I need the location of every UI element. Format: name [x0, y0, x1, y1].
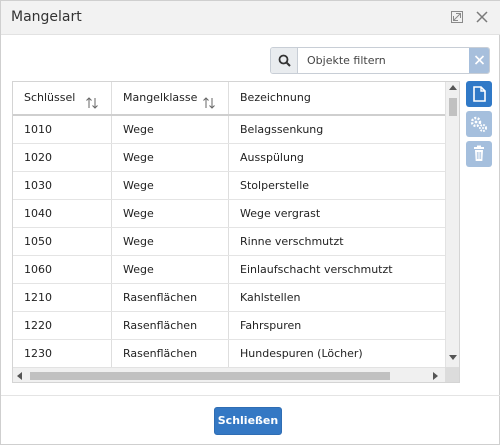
column-header-label: Bezeichnung	[240, 91, 311, 104]
table-row[interactable]: 1220 Rasenflächen Fahrspuren	[13, 312, 445, 340]
cell-schluessel: 1060	[13, 256, 112, 283]
cell-mangelklasse: Wege	[112, 200, 229, 227]
filter-input[interactable]	[299, 48, 469, 73]
table-row[interactable]: 1030 Wege Stolperstelle	[13, 172, 445, 200]
scrollbar-corner	[445, 367, 459, 382]
data-grid: Schlüssel Mangelklasse Bezeichnung 1010 …	[12, 81, 460, 383]
maximize-icon[interactable]	[449, 9, 465, 25]
table-row[interactable]: 1040 Wege Wege vergrast	[13, 200, 445, 228]
table-row[interactable]: 1230 Rasenflächen Hundespuren (Löcher)	[13, 340, 445, 368]
close-icon	[474, 55, 485, 65]
cell-schluessel: 1050	[13, 228, 112, 255]
cell-mangelklasse: Wege	[112, 144, 229, 171]
document-icon	[473, 86, 486, 102]
cell-bezeichnung: Hundespuren (Löcher)	[240, 347, 363, 360]
cell-bezeichnung: Ausspülung	[240, 151, 304, 164]
vertical-scrollbar[interactable]	[445, 82, 459, 367]
sort-icon[interactable]	[202, 91, 216, 109]
cell-mangelklasse: Rasenflächen	[112, 312, 229, 339]
cell-schluessel: 1210	[13, 284, 112, 311]
table-row[interactable]: 1010 Wege Belagssenkung	[13, 116, 445, 144]
cell-bezeichnung: Stolperstelle	[240, 179, 310, 192]
column-header-schluessel[interactable]: Schlüssel	[13, 82, 112, 114]
footer-divider	[1, 395, 500, 396]
search-button[interactable]	[271, 48, 298, 73]
trash-icon	[474, 145, 484, 161]
cell-schluessel: 1010	[13, 116, 112, 143]
cell-mangelklasse: Wege	[112, 116, 229, 143]
scroll-up-arrow-icon[interactable]	[449, 85, 457, 90]
cell-mangelklasse: Wege	[112, 172, 229, 199]
cell-mangelklasse: Rasenflächen	[112, 284, 229, 311]
column-header-label: Mangelklasse	[123, 91, 198, 104]
cell-bezeichnung: Wege vergrast	[240, 207, 321, 220]
grid-body: 1010 Wege Belagssenkung 1020 Wege Ausspü…	[13, 116, 445, 368]
settings-button[interactable]	[466, 111, 492, 137]
sort-icon[interactable]	[85, 91, 99, 109]
cell-bezeichnung: Belagssenkung	[240, 123, 324, 136]
column-header-mangelklasse[interactable]: Mangelklasse	[112, 82, 229, 114]
scroll-right-arrow-icon[interactable]	[433, 372, 438, 380]
cell-bezeichnung: Kahlstellen	[240, 291, 301, 304]
horizontal-scrollbar[interactable]	[13, 367, 445, 382]
scroll-down-arrow-icon[interactable]	[449, 355, 457, 360]
cell-schluessel: 1230	[13, 340, 112, 367]
filter-box	[270, 47, 490, 74]
cell-mangelklasse: Wege	[112, 256, 229, 283]
cell-mangelklasse: Wege	[112, 228, 229, 255]
cell-schluessel: 1040	[13, 200, 112, 227]
dialog-title: Mangelart	[11, 9, 82, 25]
close-icon[interactable]	[474, 9, 490, 25]
horizontal-scroll-thumb[interactable]	[30, 372, 390, 380]
cell-schluessel: 1030	[13, 172, 112, 199]
cell-bezeichnung: Fahrspuren	[240, 319, 302, 332]
column-header-bezeichnung[interactable]: Bezeichnung	[229, 82, 445, 114]
gears-icon	[470, 116, 487, 132]
table-row[interactable]: 1210 Rasenflächen Kahlstellen	[13, 284, 445, 312]
table-row[interactable]: 1060 Wege Einlaufschacht verschmutzt	[13, 256, 445, 284]
cell-schluessel: 1020	[13, 144, 112, 171]
cell-mangelklasse: Rasenflächen	[112, 340, 229, 367]
vertical-scroll-thumb[interactable]	[449, 98, 457, 116]
new-record-button[interactable]	[466, 81, 492, 107]
clear-filter-button[interactable]	[469, 48, 489, 73]
close-button[interactable]: Schließen	[214, 407, 282, 435]
dialog-titlebar: Mangelart	[1, 1, 500, 35]
table-row[interactable]: 1050 Wege Rinne verschmutzt	[13, 228, 445, 256]
cell-schluessel: 1220	[13, 312, 112, 339]
cell-bezeichnung: Rinne verschmutzt	[240, 235, 344, 248]
search-icon	[278, 54, 291, 67]
dialog-window: Mangelart Objekte filtern Schlüssel Mang…	[0, 0, 500, 445]
table-row[interactable]: 1020 Wege Ausspülung	[13, 144, 445, 172]
grid-header: Schlüssel Mangelklasse Bezeichnung	[13, 82, 445, 116]
scroll-left-arrow-icon[interactable]	[17, 372, 22, 380]
cell-bezeichnung: Einlaufschacht verschmutzt	[240, 263, 393, 276]
delete-button[interactable]	[466, 141, 492, 167]
column-header-label: Schlüssel	[24, 91, 76, 104]
